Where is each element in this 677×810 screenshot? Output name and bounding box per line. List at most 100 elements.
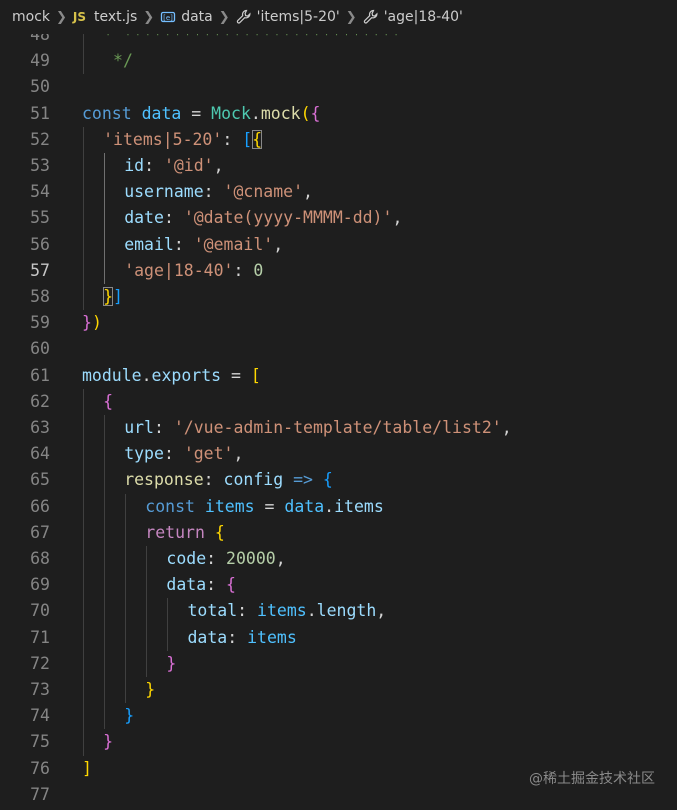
code-token: , [392, 208, 403, 228]
code-line[interactable]: 56 email: '@email', [0, 231, 677, 258]
code-text: date: '@date(yyyy-MMMM-dd)', [124, 205, 402, 231]
indent-guide [104, 650, 106, 677]
code-text: module.exports = [ [82, 363, 261, 389]
code-token: . [250, 103, 261, 123]
chevron-right-icon: ❯ [345, 9, 357, 25]
code-line[interactable]: 75} [0, 729, 677, 756]
indent-guide [104, 257, 106, 284]
code-token: } [166, 653, 177, 673]
code-token: . [306, 601, 317, 621]
breadcrumb-item-property-age[interactable]: 'age|18-40' [363, 9, 463, 25]
breadcrumb-symbol-label: data [181, 9, 213, 25]
code-token: items [334, 496, 384, 516]
breadcrumb-item-file[interactable]: JS text.js [73, 9, 137, 25]
code-token: data [284, 496, 325, 516]
variable-symbol-icon: [e] [160, 9, 176, 25]
code-token: type [124, 444, 164, 464]
code-token: , [275, 549, 286, 568]
code-line[interactable]: 66 const items = data.items [0, 493, 677, 520]
line-number: 54 [30, 182, 50, 202]
code-line[interactable]: 73} [0, 677, 677, 704]
line-number: 59 [30, 313, 50, 333]
code-token: '@email' [193, 234, 274, 254]
indent-guide [83, 388, 84, 415]
line-number: 49 [30, 51, 50, 71]
code-text: }) [82, 310, 102, 336]
breadcrumb-item-folder[interactable]: mock [12, 9, 50, 25]
indent-guide [125, 572, 127, 599]
code-text: id: '@id', [124, 153, 223, 179]
code-line[interactable]: 72} [0, 650, 677, 677]
line-number: 67 [30, 522, 50, 542]
code-line[interactable]: 67 return { [0, 519, 677, 546]
code-line[interactable]: 60 [0, 336, 677, 362]
line-number: 63 [30, 418, 50, 437]
indent-guide [167, 624, 169, 651]
line-number: 51 [30, 103, 50, 123]
code-token: { [310, 103, 321, 123]
code-token: config [223, 470, 284, 490]
code-line[interactable]: 55 date: '@date(yyyy-MMMM-dd)', [0, 205, 677, 232]
code-line[interactable]: 53 id: '@id', [0, 153, 677, 180]
code-token: { [214, 522, 225, 542]
code-line[interactable]: 50 [0, 74, 677, 100]
line-number: 58 [30, 287, 50, 306]
code-line[interactable]: 48 * **************************** [0, 34, 677, 49]
code-line[interactable]: 59}) [0, 310, 677, 336]
code-token: : [203, 182, 224, 202]
code-text: data: items [188, 625, 297, 651]
code-line[interactable]: 63 url: '/vue-admin-template/table/list2'… [0, 415, 677, 442]
code-token: : [222, 129, 243, 149]
indent-guide [83, 729, 84, 756]
code-line[interactable]: 57 'age|18-40': 0 [0, 257, 677, 284]
code-token: ) [91, 313, 102, 333]
line-number: 69 [30, 575, 50, 595]
line-number: 64 [30, 444, 50, 464]
indent-guide [104, 519, 106, 546]
breadcrumb-item-symbol-data[interactable]: [e] data [160, 9, 213, 25]
code-line[interactable]: 58}] [0, 284, 677, 311]
code-line[interactable]: 69 data: { [0, 572, 677, 599]
code-token: { [103, 391, 114, 411]
code-text: } [103, 729, 113, 755]
code-token: '@cname' [223, 182, 304, 202]
code-line[interactable]: 65 response: config => { [0, 467, 677, 494]
line-number: 61 [30, 365, 50, 385]
code-line[interactable]: 49 */ [0, 48, 677, 75]
code-token: : [233, 260, 254, 280]
code-line[interactable]: 54 username: '@cname', [0, 179, 677, 206]
code-token: 0 [253, 260, 264, 280]
line-number: 71 [30, 627, 50, 647]
code-token: : [173, 234, 194, 254]
indent-guide [83, 205, 84, 232]
line-number: 77 [30, 784, 50, 804]
code-line[interactable]: 71 data: items [0, 624, 677, 651]
code-token: : [206, 575, 227, 595]
line-number: 52 [30, 129, 50, 149]
code-token: exports [151, 365, 222, 385]
code-token: : [203, 470, 224, 490]
line-number: 60 [30, 339, 50, 359]
code-token: ( [300, 103, 311, 123]
code-line[interactable]: 74} [0, 703, 677, 730]
code-line[interactable]: 51 const data = Mock.mock({ [0, 101, 677, 127]
indent-guide [83, 257, 84, 284]
code-token: length [316, 601, 377, 621]
code-line[interactable]: 52 'items|5-20': [{ [0, 126, 677, 153]
code-text: username: '@cname', [124, 179, 313, 205]
code-editor[interactable]: 48 * **************************** 49 */50 5… [0, 34, 677, 810]
code-token: [ [250, 365, 261, 385]
indent-guide [125, 650, 127, 677]
code-line[interactable]: 61 module.exports = [ [0, 363, 677, 389]
code-line[interactable]: 62 { [0, 388, 677, 415]
code-line[interactable]: 64 type: 'get', [0, 441, 677, 468]
code-token: email [124, 234, 174, 254]
indent-guide [125, 493, 127, 520]
code-line[interactable]: 68 code: 20000, [0, 546, 677, 573]
code-token: = [221, 365, 251, 385]
code-token: { [226, 575, 236, 595]
code-line[interactable]: 70 total: items.length, [0, 598, 677, 625]
breadcrumb-item-property-items[interactable]: 'items|5-20' [236, 9, 340, 25]
code-token: = [254, 496, 285, 516]
indent-guide [83, 677, 84, 704]
